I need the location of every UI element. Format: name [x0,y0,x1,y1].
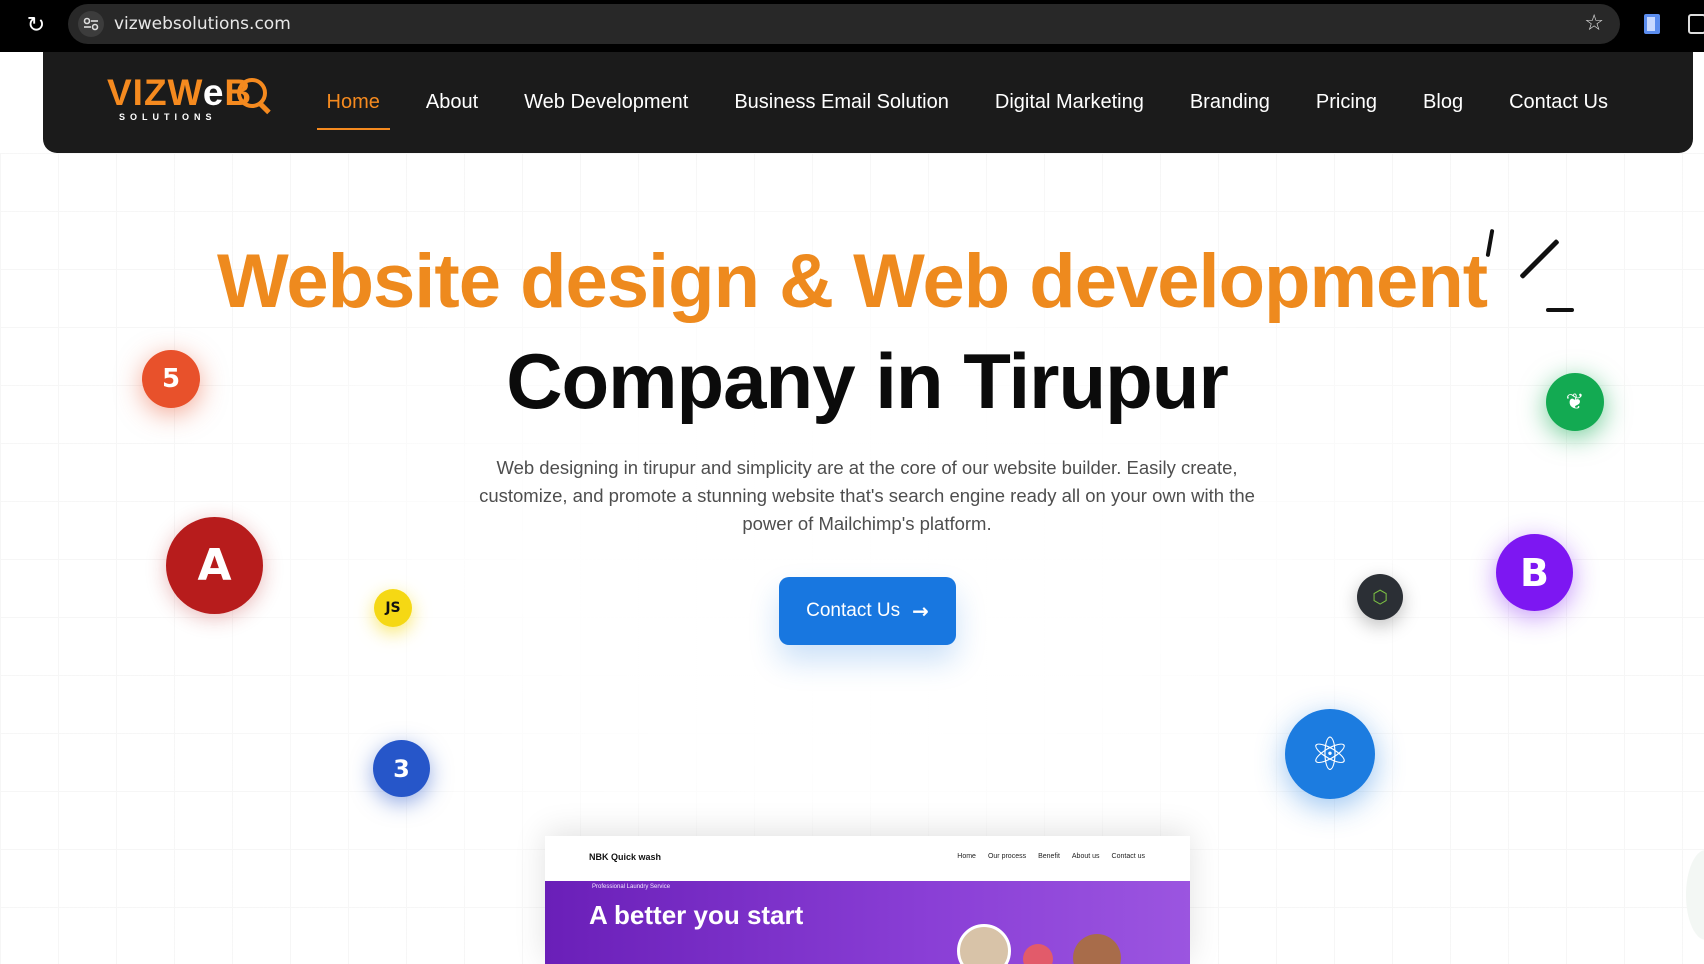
javascript-icon: JS [374,589,412,627]
logo-wordmark: VIZWeB [107,72,253,113]
preview-link: Contact us [1111,853,1145,860]
preview-navbar: NBK Quick wash Home Our process Benefit … [545,836,1190,881]
extension-icon[interactable] [1644,14,1660,34]
nav-item-business-email[interactable]: Business Email Solution [724,52,959,153]
hero-headline-line2: Company in Tirupur [506,337,1229,425]
contact-us-button[interactable]: Contact Us → [779,577,956,645]
site-info-icon[interactable] [78,11,104,37]
preview-nav-links: Home Our process Benefit About us Contac… [957,853,1145,860]
star-icon[interactable]: ☆ [1584,4,1604,44]
contact-us-label: Contact Us [806,600,901,621]
nav-item-about[interactable]: About [416,52,488,153]
logo-subtitle: SOLUTIONS [119,112,217,122]
nav-item-branding[interactable]: Branding [1180,52,1280,153]
magnifier-handle [257,100,271,115]
preview-link: Our process [987,853,1027,860]
nav-item-digital-marketing[interactable]: Digital Marketing [985,52,1154,153]
logo[interactable]: VIZWeB SOLUTIONS [107,72,277,134]
hero-headline-line1: Website design & Web development [216,239,1488,324]
browser-toolbar: ↻ vizwebsolutions.com ☆ [0,0,1704,52]
nav-item-pricing[interactable]: Pricing [1306,52,1387,153]
arrow-right-icon: → [912,599,929,623]
website-preview: NBK Quick wash Home Our process Benefit … [545,836,1190,964]
preview-link: Benefit [1038,853,1060,860]
angular-icon: A [166,517,263,614]
address-bar[interactable]: vizwebsolutions.com ☆ [68,4,1620,44]
html5-icon: 5 [142,350,200,408]
extensions-puzzle-icon[interactable] [1688,14,1704,34]
bootstrap-icon: B [1496,534,1573,611]
nav-item-blog[interactable]: Blog [1413,52,1473,153]
nav-item-contact[interactable]: Contact Us [1499,52,1618,153]
site-navbar: VIZWeB SOLUTIONS Home About Web Developm… [43,52,1693,153]
preview-link: Home [957,853,976,860]
preview-brand: NBK Quick wash [589,852,662,862]
sparkle-mark [1546,308,1574,312]
preview-tagline: Professional Laundry Service [592,884,671,890]
hero-description: Web designing in tirupur and simplicity … [479,457,1255,534]
preview-link: About us [1071,853,1100,860]
nav-item-home[interactable]: Home [316,52,391,153]
css3-icon: 3 [373,740,430,797]
mongodb-icon: ❦ [1546,373,1604,431]
react-icon: ⚛ [1285,709,1375,799]
url-text[interactable]: vizwebsolutions.com [114,4,291,44]
nodejs-icon: ⬡ [1357,574,1403,620]
preview-title: A better you start [589,900,804,930]
nav-item-web-development[interactable]: Web Development [514,52,698,153]
nav-menu: Home About Web Development Business Emai… [316,52,1618,153]
reload-icon[interactable]: ↻ [22,12,50,40]
